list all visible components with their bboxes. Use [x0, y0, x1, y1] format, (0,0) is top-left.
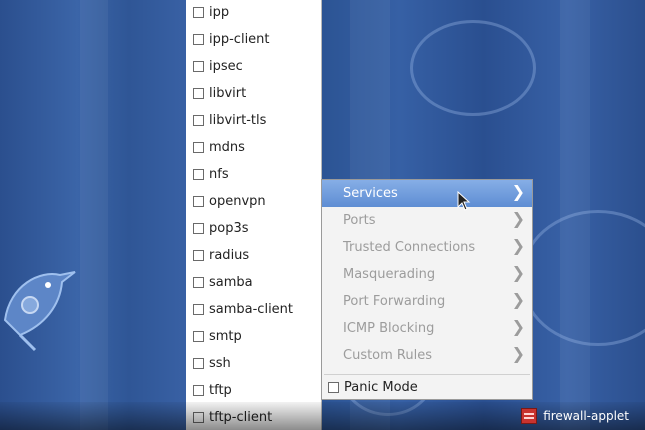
service-checkbox[interactable] — [193, 276, 204, 288]
service-smtp[interactable]: smtp — [193, 325, 242, 347]
service-ipsec[interactable]: ipsec — [193, 55, 243, 77]
menu-item-label: ICMP Blocking — [343, 321, 435, 336]
wallpaper-stripe — [80, 0, 108, 430]
service-label: ipsec — [209, 58, 243, 74]
service-checkbox[interactable] — [193, 303, 204, 315]
wallpaper-bird-icon — [3, 271, 76, 352]
service-libvirt[interactable]: libvirt — [193, 82, 246, 104]
service-checkbox[interactable] — [193, 87, 204, 99]
chevron-right-icon: ❯ — [511, 263, 525, 282]
service-checkbox[interactable] — [193, 357, 204, 369]
firewall-icon[interactable] — [521, 408, 538, 424]
wallpaper-swirl — [410, 20, 536, 116]
chevron-right-icon: ❯ — [511, 344, 525, 363]
panic-mode-label: Panic Mode — [344, 380, 418, 395]
menu-item-label: Port Forwarding — [343, 294, 446, 309]
service-label: samba — [209, 274, 253, 290]
menu-item-trusted-connections[interactable]: Trusted Connections ❯ — [322, 234, 532, 261]
service-ipp-client[interactable]: ipp-client — [193, 28, 270, 50]
service-label: samba-client — [209, 301, 294, 317]
service-libvirt-tls[interactable]: libvirt-tls — [193, 109, 266, 131]
menu-separator — [324, 374, 530, 375]
service-label: nfs — [209, 166, 229, 182]
firewall-context-menu: Services ❯ Ports ❯ Trusted Connections ❯… — [321, 179, 533, 400]
service-checkbox[interactable] — [193, 114, 204, 126]
service-label: ssh — [209, 355, 231, 371]
chevron-right-icon: ❯ — [511, 209, 525, 228]
service-radius[interactable]: radius — [193, 244, 249, 266]
chevron-right-icon: ❯ — [511, 317, 525, 336]
service-openvpn[interactable]: openvpn — [193, 190, 266, 212]
menu-item-label: Trusted Connections — [343, 240, 476, 255]
service-label: mdns — [209, 139, 245, 155]
service-tftp[interactable]: tftp — [193, 379, 232, 401]
service-label: libvirt — [209, 85, 247, 101]
chevron-right-icon: ❯ — [511, 182, 525, 201]
menu-item-services[interactable]: Services ❯ — [322, 180, 532, 207]
service-checkbox[interactable] — [193, 249, 204, 261]
service-label: ipp — [209, 4, 230, 20]
services-checklist: ipp ipp-client ipsec libvirt libvirt-tls… — [186, 0, 322, 430]
panic-mode-checkbox[interactable] — [328, 382, 339, 393]
service-label: tftp — [209, 382, 232, 398]
tray-app-label: firewall-applet — [543, 409, 629, 423]
service-samba[interactable]: samba — [193, 271, 253, 293]
service-checkbox[interactable] — [193, 222, 204, 234]
service-ipp[interactable]: ipp — [193, 1, 229, 23]
service-ssh[interactable]: ssh — [193, 352, 231, 374]
chevron-right-icon: ❯ — [511, 290, 525, 309]
mouse-pointer-icon — [457, 191, 471, 211]
service-checkbox[interactable] — [193, 168, 204, 180]
service-checkbox[interactable] — [193, 330, 204, 342]
service-checkbox[interactable] — [193, 60, 204, 72]
service-label: radius — [209, 247, 250, 263]
service-samba-client[interactable]: samba-client — [193, 298, 293, 320]
menu-item-masquerading[interactable]: Masquerading ❯ — [322, 261, 532, 288]
menu-item-label: Services — [343, 186, 398, 201]
service-label: ipp-client — [209, 31, 270, 47]
firewall-applet-tray[interactable]: firewall-applet — [521, 408, 629, 424]
service-checkbox[interactable] — [193, 384, 204, 396]
service-checkbox[interactable] — [193, 195, 204, 207]
service-label: smtp — [209, 328, 242, 344]
menu-item-label: Custom Rules — [343, 348, 433, 363]
service-mdns[interactable]: mdns — [193, 136, 245, 158]
service-label: pop3s — [209, 220, 249, 236]
taskbar: firewall-applet — [0, 402, 645, 430]
menu-item-icmp-blocking[interactable]: ICMP Blocking ❯ — [322, 315, 532, 342]
service-nfs[interactable]: nfs — [193, 163, 229, 185]
panic-mode-toggle[interactable]: Panic Mode — [328, 380, 418, 395]
service-checkbox[interactable] — [193, 6, 204, 18]
service-label: libvirt-tls — [209, 112, 267, 128]
menu-item-ports[interactable]: Ports ❯ — [322, 207, 532, 234]
chevron-right-icon: ❯ — [511, 236, 525, 255]
service-checkbox[interactable] — [193, 141, 204, 153]
service-label: openvpn — [209, 193, 266, 209]
menu-item-custom-rules[interactable]: Custom Rules ❯ — [322, 342, 532, 369]
menu-item-label: Ports — [343, 213, 376, 228]
wallpaper-swirl — [520, 210, 645, 346]
menu-item-port-forwarding[interactable]: Port Forwarding ❯ — [322, 288, 532, 315]
menu-item-label: Masquerading — [343, 267, 436, 282]
service-pop3s[interactable]: pop3s — [193, 217, 249, 239]
service-checkbox[interactable] — [193, 33, 204, 45]
